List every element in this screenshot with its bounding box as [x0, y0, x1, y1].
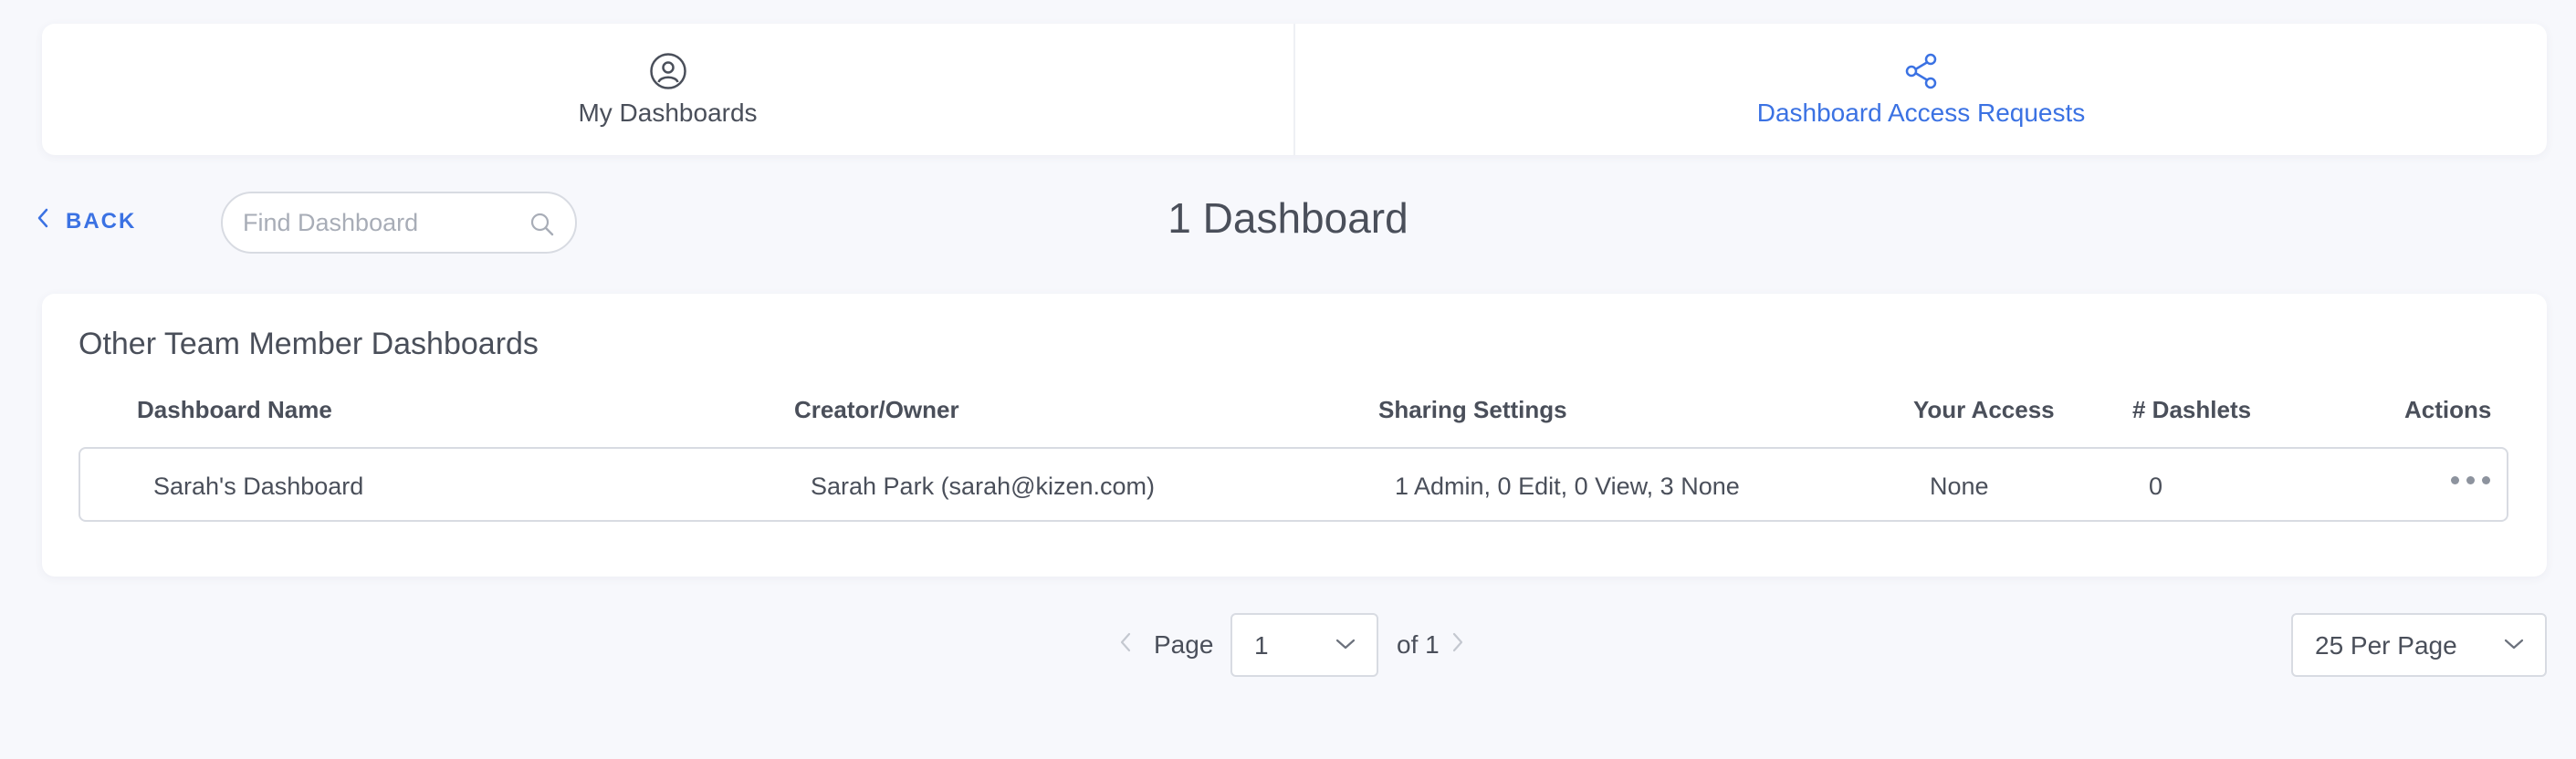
page-select-value: 1: [1254, 631, 1269, 660]
cell-your-access: None: [1930, 473, 1989, 500]
chevron-left-icon[interactable]: [1119, 630, 1132, 660]
dashboard-tabs: My Dashboards Dashboard Access Requests: [42, 24, 2547, 155]
table-row[interactable]: Sarah's Dashboard Sarah Park (sarah@kize…: [79, 447, 2508, 522]
column-header-actions: Actions: [2404, 396, 2492, 423]
page-of-label: of 1: [1397, 630, 1440, 659]
section-title: Other Team Member Dashboards: [79, 327, 539, 361]
more-actions-icon[interactable]: [2451, 476, 2490, 484]
page-select[interactable]: 1: [1230, 613, 1378, 677]
tab-dashboard-access-requests[interactable]: Dashboard Access Requests: [1293, 24, 2547, 155]
per-page-value: 25 Per Page: [2315, 631, 2457, 660]
share-icon: [1901, 51, 1942, 91]
chevron-down-icon: [2503, 637, 2525, 656]
search-icon[interactable]: [529, 212, 555, 242]
pagination-page-label-wrap: Page: [1154, 613, 1213, 677]
column-header-sharing-settings[interactable]: Sharing Settings: [1378, 396, 1567, 424]
chevron-right-icon[interactable]: [1451, 630, 1464, 660]
user-circle-icon: [648, 51, 688, 91]
per-page-select[interactable]: 25 Per Page: [2291, 613, 2547, 677]
column-header-dashlets[interactable]: # Dashlets: [2132, 396, 2251, 424]
dashboard-count: 1 Dashboard: [1168, 194, 1408, 242]
tab-label: My Dashboards: [578, 99, 758, 127]
column-header-your-access[interactable]: Your Access: [1913, 396, 2055, 424]
chevron-down-icon: [1335, 637, 1356, 656]
cell-dashlets: 0: [2149, 473, 2163, 500]
chevron-left-icon: [37, 208, 49, 234]
pagination-next[interactable]: [1451, 613, 1464, 677]
column-header-dashboard-name[interactable]: Dashboard Name: [137, 396, 332, 424]
back-button[interactable]: BACK: [37, 208, 136, 234]
page-label: Page: [1154, 630, 1214, 659]
column-header-creator-owner[interactable]: Creator/Owner: [794, 396, 959, 424]
dashboards-table-card: Other Team Member Dashboards Dashboard N…: [42, 294, 2547, 577]
search-input[interactable]: [243, 193, 517, 252]
tab-label: Dashboard Access Requests: [1756, 99, 2086, 127]
back-label: BACK: [66, 208, 137, 234]
cell-sharing-settings: 1 Admin, 0 Edit, 0 View, 3 None: [1395, 473, 1740, 500]
search-box: [221, 192, 577, 254]
tab-my-dashboards[interactable]: My Dashboards: [42, 24, 1293, 155]
cell-creator-owner: Sarah Park (sarah@kizen.com): [811, 473, 1156, 500]
pagination-of-wrap: of 1: [1397, 613, 1440, 677]
cell-dashboard-name[interactable]: Sarah's Dashboard: [153, 473, 363, 501]
pagination-prev[interactable]: [1119, 613, 1132, 677]
